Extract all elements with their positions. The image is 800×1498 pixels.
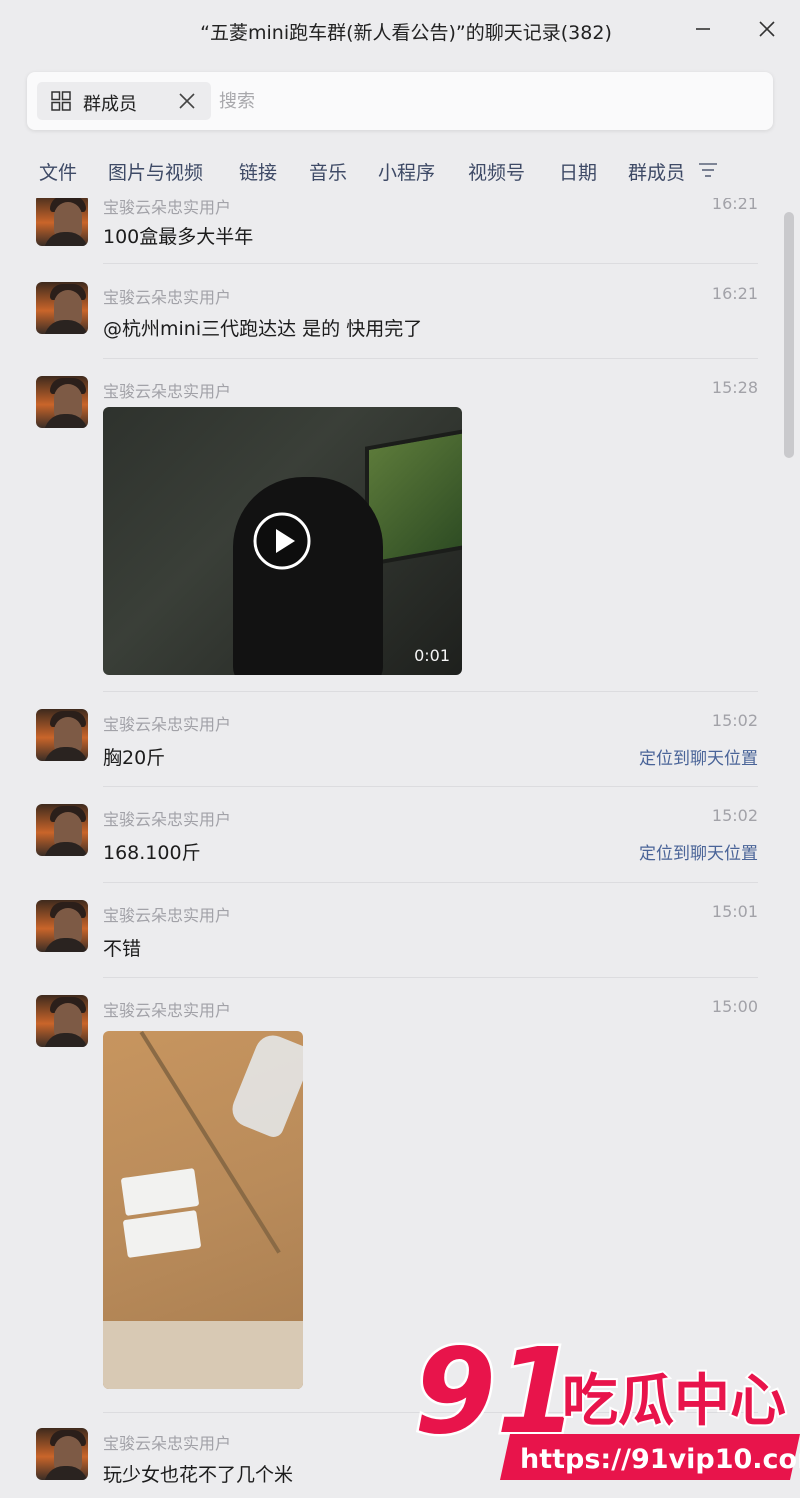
avatar[interactable]: [36, 198, 88, 246]
message-time: 15:01: [711, 902, 758, 921]
list-item[interactable]: 宝骏云朵忠实用户 16:21 100盒最多大半年: [0, 198, 780, 264]
list-item[interactable]: 宝骏云朵忠实用户 15:02 168.100斤 定位到聊天位置: [0, 796, 780, 886]
chip-label: 群成员: [83, 94, 137, 115]
sender-name: 宝骏云朵忠实用户: [103, 382, 232, 401]
close-icon[interactable]: [752, 14, 782, 44]
minimize-icon[interactable]: [688, 14, 718, 44]
search-input[interactable]: [219, 86, 739, 116]
search-box: 群成员: [27, 72, 773, 130]
message-text: 100盒最多大半年: [103, 226, 254, 248]
sender-name: 宝骏云朵忠实用户: [103, 810, 232, 829]
list-item[interactable]: 宝骏云朵忠实用户 15:02 胸20斤 定位到聊天位置: [0, 701, 780, 791]
watermark-logo: 91 吃瓜中心 https://91vip10.com: [414, 1330, 800, 1480]
avatar[interactable]: [36, 709, 88, 761]
message-time: 15:28: [711, 378, 758, 397]
filter-icon[interactable]: [696, 158, 720, 182]
avatar[interactable]: [36, 376, 88, 428]
sender-name: 宝骏云朵忠实用户: [103, 1001, 232, 1020]
window-title: “五菱mini跑车群(新人看公告)”的聊天记录(382): [200, 22, 612, 44]
divider: [103, 358, 758, 359]
locate-in-chat-link[interactable]: 定位到聊天位置: [639, 744, 758, 769]
grid-icon: [51, 91, 71, 111]
sender-name: 宝骏云朵忠实用户: [103, 906, 232, 925]
category-tabs: 文件 图片与视频 链接 音乐 小程序 视频号 日期 群成员: [0, 148, 800, 192]
sender-name: 宝骏云朵忠实用户: [103, 288, 232, 307]
message-text: 玩少女也花不了几个米: [103, 1464, 294, 1486]
list-item[interactable]: 宝骏云朵忠实用户 16:21 @杭州mini三代跑达达 是的 快用完了: [0, 274, 780, 364]
message-time: 15:02: [711, 806, 758, 825]
message-time: 15:00: [711, 997, 758, 1016]
tab-channels[interactable]: 视频号: [468, 158, 525, 185]
message-time: 16:21: [711, 198, 758, 213]
avatar[interactable]: [36, 1428, 88, 1480]
video-thumbnail[interactable]: 0:01: [103, 407, 462, 675]
avatar[interactable]: [36, 995, 88, 1047]
tab-music[interactable]: 音乐: [309, 158, 347, 185]
divider: [103, 882, 758, 883]
watermark-brand: 吃瓜中心: [562, 1369, 786, 1434]
divider: [103, 977, 758, 978]
tab-mini-programs[interactable]: 小程序: [378, 158, 435, 185]
locate-in-chat-link[interactable]: 定位到聊天位置: [639, 839, 758, 864]
tab-files[interactable]: 文件: [39, 158, 77, 185]
video-duration: 0:01: [414, 646, 450, 665]
list-item[interactable]: 宝骏云朵忠实用户 15:28 0:01: [0, 368, 780, 688]
message-time: 16:21: [711, 284, 758, 303]
sender-name: 宝骏云朵忠实用户: [103, 198, 232, 217]
message-text: 胸20斤: [103, 747, 166, 769]
avatar[interactable]: [36, 282, 88, 334]
tab-date[interactable]: 日期: [559, 158, 597, 185]
tab-images-videos[interactable]: 图片与视频: [108, 158, 203, 185]
tab-members[interactable]: 群成员: [628, 158, 685, 185]
tab-links[interactable]: 链接: [239, 158, 277, 185]
photo-thumbnail[interactable]: [103, 1031, 303, 1389]
message-text: 168.100斤: [103, 842, 201, 864]
title-bar: “五菱mini跑车群(新人看公告)”的聊天记录(382): [0, 0, 800, 62]
list-item[interactable]: 宝骏云朵忠实用户 15:01 不错: [0, 892, 780, 982]
sender-name: 宝骏云朵忠实用户: [103, 715, 232, 734]
avatar[interactable]: [36, 900, 88, 952]
close-icon[interactable]: [177, 91, 197, 111]
message-list[interactable]: 宝骏云朵忠实用户 16:21 100盒最多大半年 宝骏云朵忠实用户 16:21 …: [0, 198, 780, 1498]
scrollbar[interactable]: [784, 212, 794, 458]
divider: [103, 786, 758, 787]
message-time: 15:02: [711, 711, 758, 730]
play-icon[interactable]: [252, 511, 312, 571]
avatar[interactable]: [36, 804, 88, 856]
member-filter-chip[interactable]: 群成员: [37, 82, 211, 120]
message-text: 不错: [103, 938, 142, 960]
divider: [103, 691, 758, 692]
divider: [103, 263, 758, 264]
message-text: @杭州mini三代跑达达 是的 快用完了: [103, 318, 423, 340]
watermark-url: https://91vip10.com: [520, 1444, 800, 1475]
sender-name: 宝骏云朵忠实用户: [103, 1434, 232, 1453]
